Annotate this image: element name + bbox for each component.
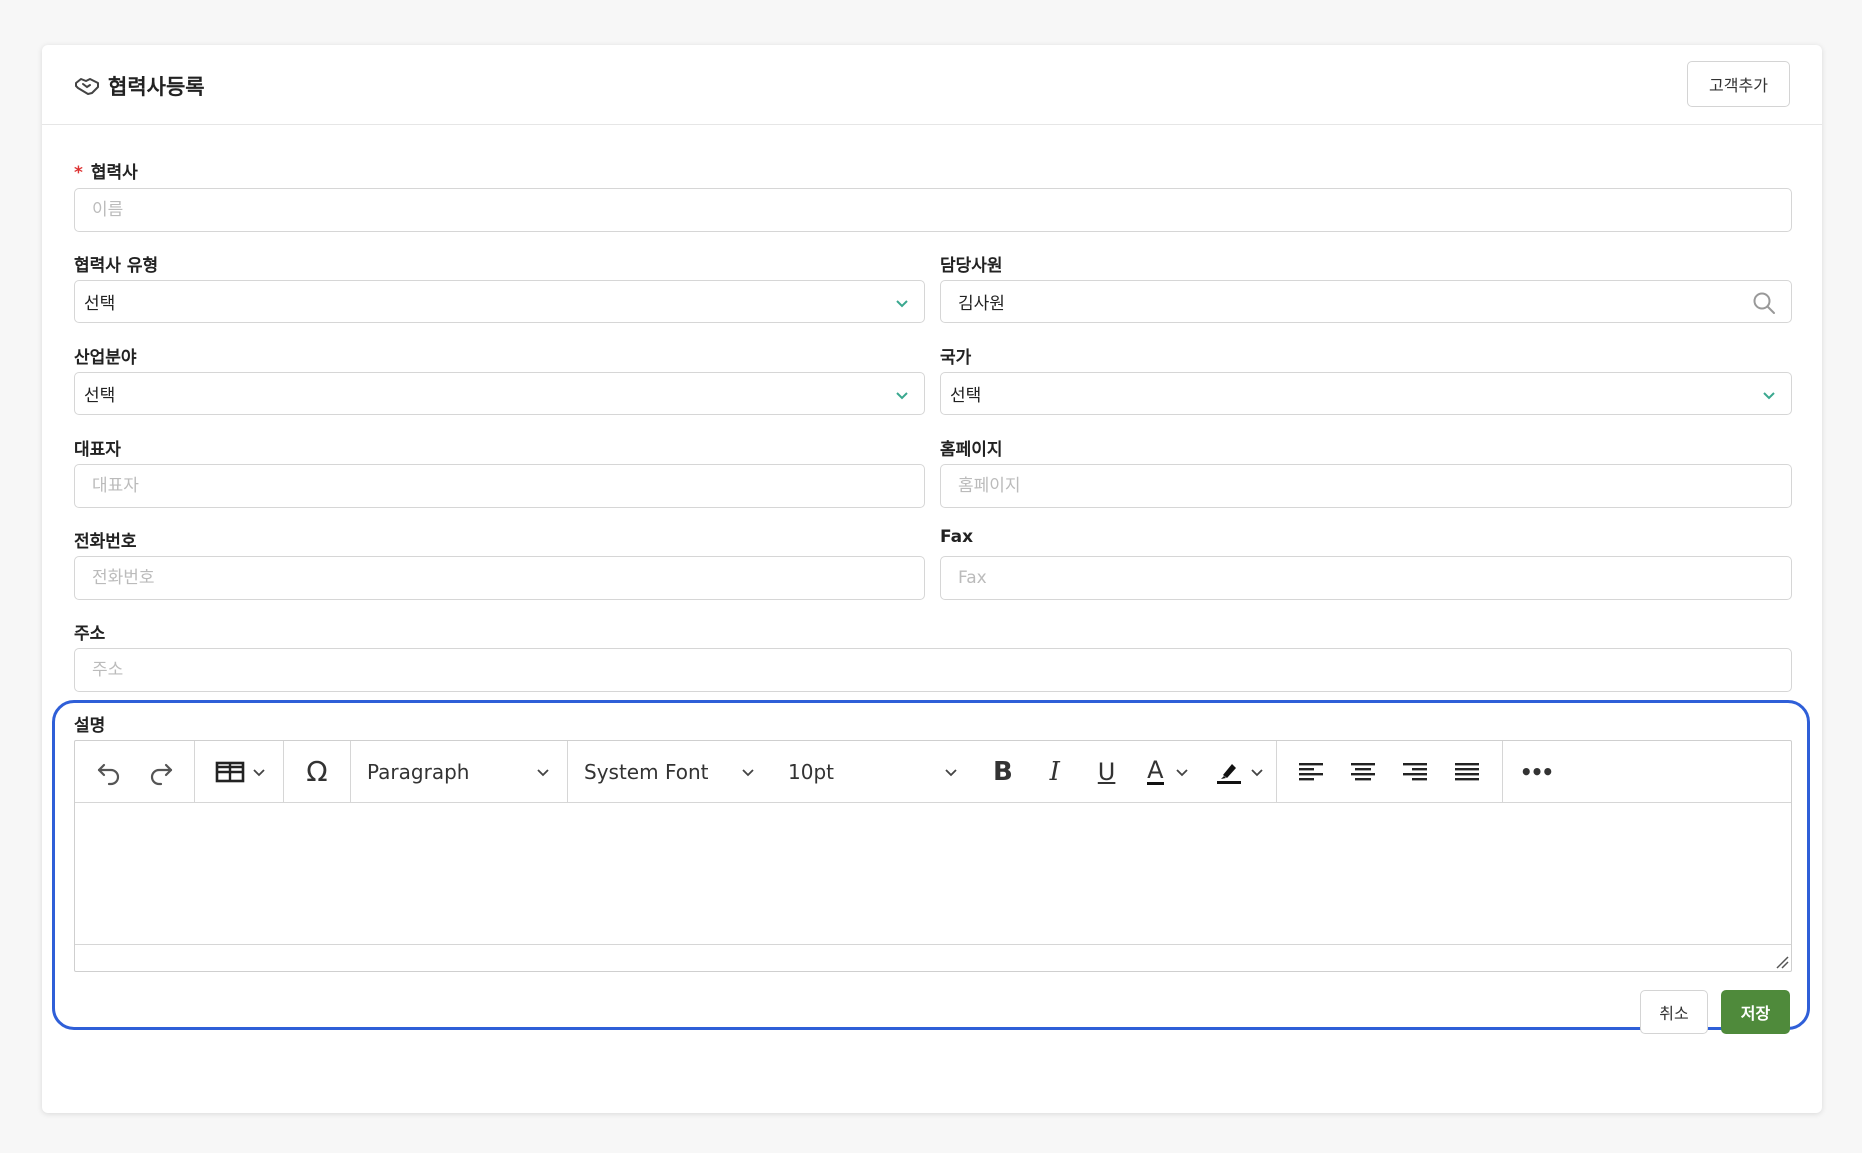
partner-type-value: 선택: [84, 294, 116, 314]
fax-label: Fax: [940, 527, 974, 547]
cancel-button[interactable]: 취소: [1640, 990, 1708, 1034]
editor-toolbar: Ω Paragraph System Font 10pt B I U A •••: [75, 741, 1791, 803]
undo-button[interactable]: [83, 750, 135, 794]
highlighter-icon: [1217, 763, 1242, 784]
chevron-down-icon: [896, 300, 908, 308]
page-title-wrap: 협력사등록: [74, 71, 205, 101]
fax-field[interactable]: [940, 556, 1792, 600]
partner-type-label: 협력사 유형: [74, 256, 159, 276]
formatting-group: B I U A: [975, 741, 1277, 802]
address-input[interactable]: [92, 649, 1791, 691]
chevron-down-icon: [1763, 392, 1775, 400]
text-color-button[interactable]: A: [1132, 750, 1204, 794]
save-button[interactable]: 저장: [1721, 990, 1790, 1034]
font-size-value: 10pt: [788, 759, 834, 784]
table-group: [195, 741, 284, 802]
history-group: [75, 741, 195, 802]
more-group: •••: [1503, 741, 1573, 802]
partner-registration-card: 협력사등록 고객추가 *협력사 협력사 유형 선택 담당사원 김사원 산업분야 …: [42, 45, 1822, 1113]
italic-button[interactable]: I: [1029, 750, 1081, 794]
partner-type-select[interactable]: 선택: [74, 280, 925, 323]
chevron-down-icon: [537, 768, 549, 776]
partner-name-field[interactable]: [74, 188, 1792, 232]
special-character-button[interactable]: Ω: [284, 750, 350, 794]
font-family-select[interactable]: System Font: [568, 750, 772, 794]
special-char-group: Ω: [284, 741, 351, 802]
chevron-down-icon: [1251, 768, 1263, 776]
country-value: 선택: [950, 386, 982, 406]
industry-select[interactable]: 선택: [74, 372, 925, 415]
chevron-down-icon: [742, 768, 754, 776]
highlight-color-button[interactable]: [1204, 750, 1276, 794]
industry-label: 산업분야: [74, 348, 137, 368]
chevron-down-icon: [1175, 768, 1188, 776]
resize-handle-icon[interactable]: [1775, 955, 1789, 969]
handshake-icon: [75, 78, 99, 95]
block-format-select[interactable]: Paragraph: [351, 750, 567, 794]
address-field[interactable]: [74, 648, 1792, 692]
block-format-group: Paragraph: [351, 741, 568, 802]
fax-input[interactable]: [958, 557, 1791, 599]
undo-icon: [97, 763, 120, 785]
card-header: 협력사등록 고객추가: [42, 45, 1822, 125]
align-center-icon: [1351, 762, 1375, 780]
block-format-value: Paragraph: [367, 759, 470, 784]
table-button[interactable]: [203, 750, 279, 794]
manager-field[interactable]: 김사원: [940, 280, 1792, 323]
manager-value: 김사원: [958, 294, 1005, 314]
align-left-button[interactable]: [1285, 750, 1337, 794]
redo-button[interactable]: [135, 750, 187, 794]
editor-content-area[interactable]: [75, 803, 1791, 945]
align-right-button[interactable]: [1389, 750, 1441, 794]
rich-text-editor: Ω Paragraph System Font 10pt B I U A •••: [74, 740, 1792, 972]
homepage-input[interactable]: [958, 465, 1791, 507]
align-right-icon: [1403, 762, 1427, 780]
align-left-icon: [1299, 762, 1323, 780]
align-center-button[interactable]: [1337, 750, 1389, 794]
address-label: 주소: [74, 624, 106, 644]
chevron-down-icon: [896, 392, 908, 400]
ceo-input[interactable]: [92, 465, 924, 507]
phone-input[interactable]: [92, 557, 924, 599]
alignment-group: [1277, 741, 1503, 802]
phone-label: 전화번호: [74, 532, 137, 552]
more-options-button[interactable]: •••: [1503, 750, 1569, 794]
underline-button[interactable]: U: [1081, 750, 1133, 794]
align-justify-icon: [1455, 762, 1479, 780]
font-size-select[interactable]: 10pt: [772, 750, 975, 794]
font-size-group: 10pt: [772, 741, 975, 802]
editor-statusbar: [75, 944, 1791, 971]
ceo-label: 대표자: [74, 440, 121, 460]
text-color-icon: A: [1147, 756, 1164, 785]
industry-value: 선택: [84, 386, 116, 406]
partner-name-input[interactable]: [92, 189, 1791, 231]
align-justify-button[interactable]: [1441, 750, 1493, 794]
required-marker: *: [74, 163, 83, 183]
table-icon: [215, 761, 245, 782]
redo-icon: [150, 763, 173, 785]
country-select[interactable]: 선택: [940, 372, 1792, 415]
manager-label: 담당사원: [940, 256, 1003, 276]
phone-field[interactable]: [74, 556, 925, 600]
homepage-field[interactable]: [940, 464, 1792, 508]
page-title: 협력사등록: [108, 75, 205, 99]
chevron-down-icon: [945, 768, 957, 776]
ceo-field[interactable]: [74, 464, 925, 508]
partner-label: * 협력사: [74, 158, 138, 183]
partner-label-text: 협력사: [90, 163, 138, 183]
font-family-value: System Font: [584, 759, 709, 784]
add-customer-button[interactable]: 고객추가: [1687, 61, 1790, 107]
chevron-down-icon: [253, 768, 265, 776]
search-icon[interactable]: [1751, 290, 1777, 316]
description-label: 설명: [74, 716, 106, 736]
bold-button[interactable]: B: [977, 750, 1029, 794]
homepage-label: 홈페이지: [940, 440, 1003, 460]
country-label: 국가: [940, 348, 972, 368]
font-family-group: System Font: [568, 741, 772, 802]
